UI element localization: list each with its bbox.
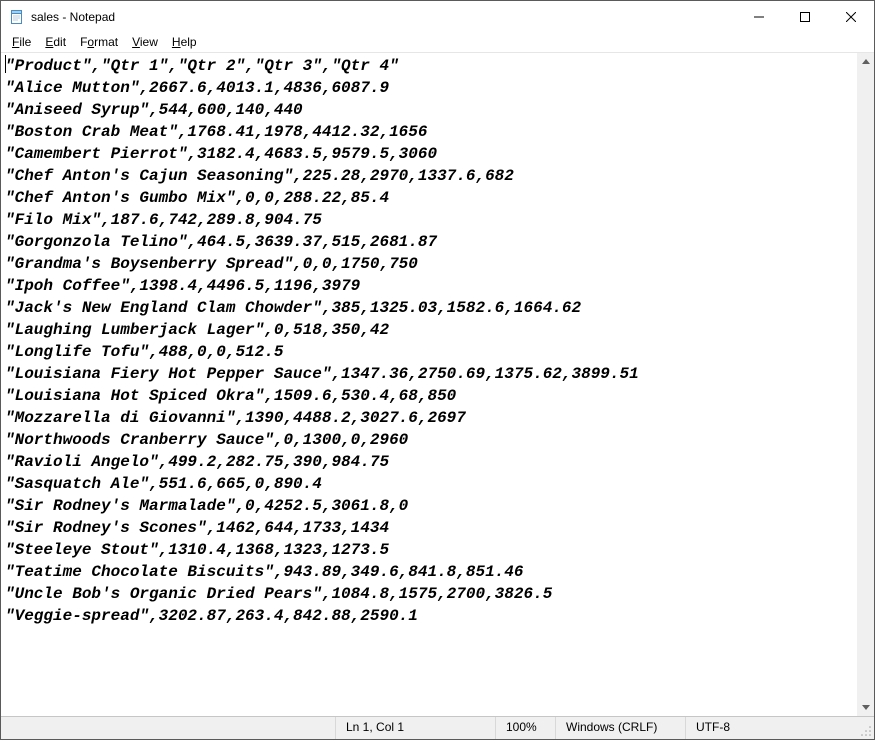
status-encoding: UTF-8 xyxy=(685,717,856,739)
titlebar[interactable]: sales - Notepad xyxy=(1,1,874,32)
menu-format[interactable]: Format xyxy=(73,34,125,51)
menu-help[interactable]: Help xyxy=(165,34,204,51)
menu-file-accesskey: F xyxy=(12,35,19,49)
status-zoom: 100% xyxy=(495,717,555,739)
menu-help-accesskey: H xyxy=(172,35,181,49)
menu-view[interactable]: View xyxy=(125,34,165,51)
window-controls xyxy=(736,1,874,32)
status-line-ending: Windows (CRLF) xyxy=(555,717,685,739)
scroll-track[interactable] xyxy=(857,70,874,699)
vertical-scrollbar[interactable] xyxy=(857,53,874,716)
app-icon xyxy=(9,9,25,25)
menubar: File Edit Format View Help xyxy=(1,32,874,53)
client-area: "Product","Qtr 1","Qtr 2","Qtr 3","Qtr 4… xyxy=(1,53,874,716)
menu-format-accesskey: o xyxy=(87,35,94,49)
text-editor[interactable]: "Product","Qtr 1","Qtr 2","Qtr 3","Qtr 4… xyxy=(1,53,857,716)
scroll-down-button[interactable] xyxy=(857,699,874,716)
resize-grip[interactable] xyxy=(856,717,874,739)
menu-view-accesskey: V xyxy=(132,35,140,49)
maximize-button[interactable] xyxy=(782,1,828,32)
status-position: Ln 1, Col 1 xyxy=(335,717,495,739)
scroll-up-button[interactable] xyxy=(857,53,874,70)
statusbar: Ln 1, Col 1 100% Windows (CRLF) UTF-8 xyxy=(1,716,874,739)
window-title: sales - Notepad xyxy=(31,10,115,24)
text-caret xyxy=(5,55,6,73)
menu-edit[interactable]: Edit xyxy=(38,34,73,51)
minimize-button[interactable] xyxy=(736,1,782,32)
menu-file[interactable]: File xyxy=(5,34,38,51)
menu-edit-accesskey: E xyxy=(45,35,53,49)
notepad-window: sales - Notepad File Edit Format View He… xyxy=(0,0,875,740)
close-button[interactable] xyxy=(828,1,874,32)
status-empty xyxy=(1,717,335,739)
